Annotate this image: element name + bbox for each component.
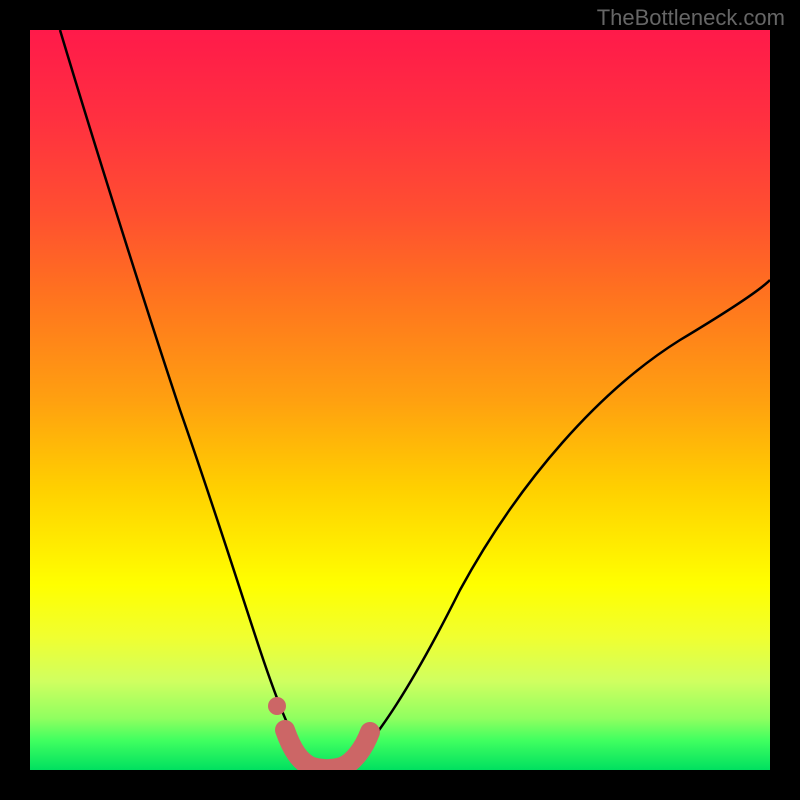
bottleneck-curve-path (60, 30, 770, 768)
optimal-zone-highlight (268, 697, 370, 769)
chart-area (30, 30, 770, 770)
curve-svg (30, 30, 770, 770)
watermark-text: TheBottleneck.com (597, 5, 785, 31)
